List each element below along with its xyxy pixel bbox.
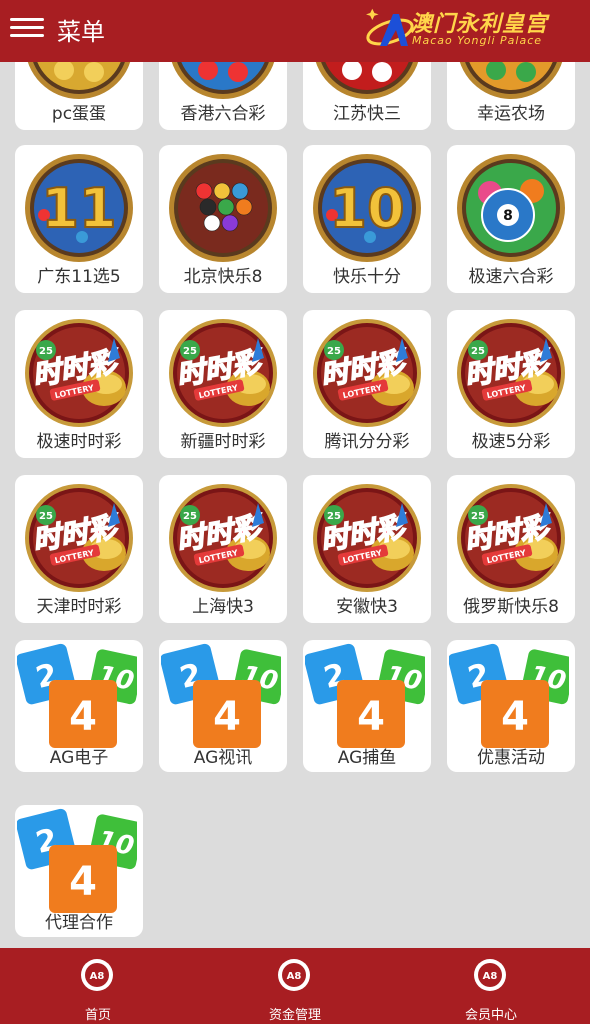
game-tile[interactable]: 8 极速六合彩: [447, 145, 575, 293]
game-tile-label: 广东11选5: [37, 267, 121, 287]
game-tile-label: AG视讯: [193, 748, 253, 768]
svg-text:4: 4: [69, 859, 97, 905]
game-tile[interactable]: 25 时时彩 LOTTERY 新疆时时彩: [159, 310, 287, 458]
funds-badge-icon: A8: [278, 959, 310, 991]
ssc-lottery-icon: 25 时时彩 LOTTERY: [168, 483, 278, 593]
tab-home-label: 首页: [84, 1008, 111, 1023]
game-tile[interactable]: 25 时时彩 LOTTERY 天津时时彩: [15, 475, 143, 623]
number-tiles-icon: 10 2 4: [16, 642, 143, 752]
member-badge-icon: A8: [474, 959, 506, 991]
game-tile-label: 快乐十分: [333, 267, 401, 287]
tab-home[interactable]: A8 首页: [38, 948, 158, 1024]
game-tile-label: 上海快3: [192, 597, 254, 617]
game-tile-label: 代理合作: [45, 913, 113, 933]
game-tile-label: AG电子: [49, 748, 109, 768]
game-tile[interactable]: 10 2 4 优惠活动: [447, 640, 575, 772]
game-tile-label: pc蛋蛋: [51, 104, 107, 124]
number-tiles-icon: 10 2 4: [448, 642, 575, 752]
brand-logo: 澳门永利皇宫 Macao Yongli Palace: [366, 6, 576, 52]
ssc-lottery-icon: 25 时时彩 LOTTERY: [312, 483, 422, 593]
game-tile[interactable]: 北京快乐8: [159, 145, 287, 293]
eight-ball-icon: 8: [456, 153, 566, 263]
game-tile[interactable]: 25 时时彩 LOTTERY 极速时时彩: [15, 310, 143, 458]
svg-text:11: 11: [41, 177, 116, 240]
game-tile-label: AG捕鱼: [337, 748, 397, 768]
tab-member[interactable]: A8 会员中心: [431, 948, 551, 1024]
tab-funds-label: 资金管理: [268, 1008, 321, 1023]
game-tile[interactable]: 10 2 4 代理合作: [15, 805, 143, 937]
menu-label[interactable]: 菜单: [57, 12, 105, 47]
number-tiles-icon: 10 2 4: [304, 642, 431, 752]
game-tile-label: 极速5分彩: [471, 432, 551, 452]
game-tile-label: 江苏快三: [333, 104, 401, 124]
ssc-lottery-icon: 25 时时彩 LOTTERY: [456, 483, 566, 593]
game-tile[interactable]: 11 广东11选5: [15, 145, 143, 293]
number-tiles-icon: 10 2 4: [16, 807, 143, 917]
svg-text:4: 4: [357, 694, 385, 740]
game-tile-label: 极速六合彩: [468, 267, 554, 287]
ssc-lottery-icon: 25 时时彩 LOTTERY: [168, 318, 278, 428]
game-tile-label: 极速时时彩: [36, 432, 122, 452]
ssc-lottery-icon: 25 时时彩 LOTTERY: [312, 318, 422, 428]
game-tile[interactable]: 10 2 4 AG捕鱼: [303, 640, 431, 772]
game-tile-label: 幸运农场: [477, 104, 545, 124]
svg-text:A8: A8: [483, 971, 498, 982]
game-tile[interactable]: 25 时时彩 LOTTERY 腾讯分分彩: [303, 310, 431, 458]
game-tile[interactable]: 25 时时彩 LOTTERY 极速5分彩: [447, 310, 575, 458]
svg-text:A8: A8: [90, 971, 105, 982]
billiard-balls-icon: [168, 153, 278, 263]
logo-subtitle: Macao Yongli Palace: [412, 34, 543, 47]
game-tile[interactable]: 25 时时彩 LOTTERY 俄罗斯快乐8: [447, 475, 575, 623]
game-tile[interactable]: 25 时时彩 LOTTERY 安徽快3: [303, 475, 431, 623]
game-tile[interactable]: 10 2 4 AG视讯: [159, 640, 287, 772]
tab-funds[interactable]: A8 资金管理: [235, 948, 355, 1024]
svg-text:4: 4: [501, 694, 529, 740]
menu-icon[interactable]: [10, 13, 48, 43]
svg-text:10: 10: [329, 177, 404, 240]
game-tile-label: 优惠活动: [477, 748, 545, 768]
ssc-lottery-icon: 25 时时彩 LOTTERY: [24, 483, 134, 593]
top-bar: 菜单 澳门永利皇宫 Macao Yongli Palace: [0, 0, 590, 62]
tab-member-label: 会员中心: [464, 1008, 517, 1023]
home-badge-icon: A8: [81, 959, 113, 991]
number-10-icon: 10: [312, 153, 422, 263]
game-tile-label: 安徽快3: [336, 597, 398, 617]
game-tile-label: 俄罗斯快乐8: [463, 597, 559, 617]
game-tile-label: 新疆时时彩: [180, 432, 266, 452]
game-tile-label: 腾讯分分彩: [324, 432, 410, 452]
ssc-lottery-icon: 25 时时彩 LOTTERY: [456, 318, 566, 428]
ssc-lottery-icon: 25 时时彩 LOTTERY: [24, 318, 134, 428]
game-tile-label: 北京快乐8: [183, 267, 263, 287]
svg-text:4: 4: [69, 694, 97, 740]
game-tile[interactable]: 10 2 4 AG电子: [15, 640, 143, 772]
number-tiles-icon: 10 2 4: [160, 642, 287, 752]
number-11-icon: 11: [24, 153, 134, 263]
brand-logo-mark-icon: [366, 8, 414, 46]
game-tile[interactable]: 25 时时彩 LOTTERY 上海快3: [159, 475, 287, 623]
svg-text:A8: A8: [287, 971, 302, 982]
svg-text:4: 4: [213, 694, 241, 740]
svg-text:8: 8: [503, 208, 513, 224]
bottom-nav: A8 首页 A8 资金管理 A8 会员中心: [0, 948, 590, 1024]
game-tile-label: 天津时时彩: [36, 597, 122, 617]
game-tile-label: 香港六合彩: [180, 104, 266, 124]
game-tile[interactable]: 10 快乐十分: [303, 145, 431, 293]
